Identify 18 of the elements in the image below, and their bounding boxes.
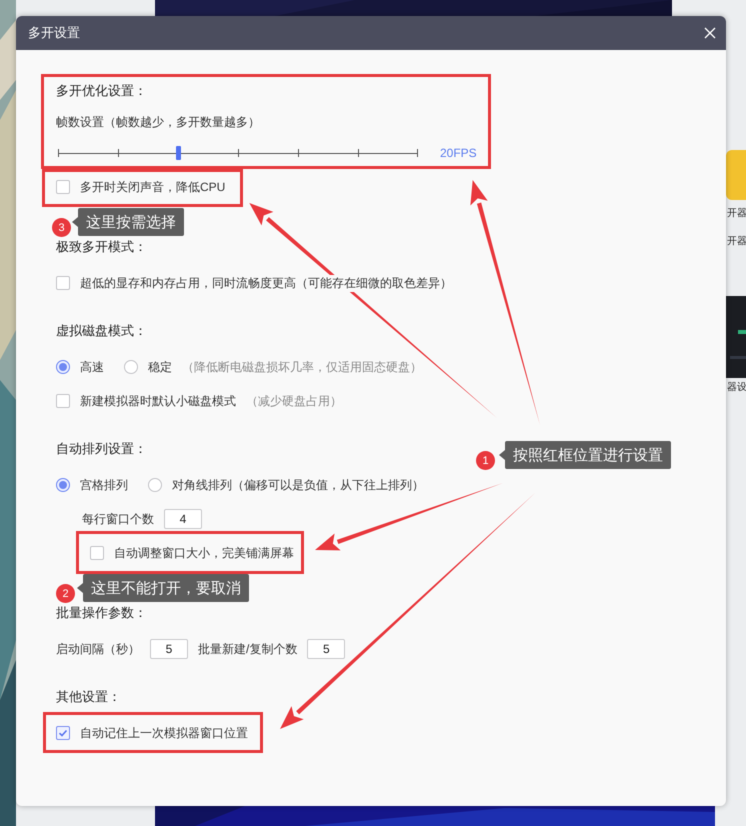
slider-caption: 帧数设置（帧数越少，多开数量越多） — [56, 114, 260, 130]
radio-label[interactable]: 高速 — [80, 358, 104, 376]
field-label: 批量新建/复制个数 — [198, 640, 298, 658]
number-field[interactable]: 5 — [307, 639, 346, 659]
checkbox-label[interactable]: 自动调整窗口大小，完美铺满屏幕 — [114, 544, 294, 562]
callout-tooltip: 按照红框位置进行设置 — [505, 441, 671, 469]
number-field[interactable]: 5 — [150, 639, 188, 659]
fps-reading: 20FPS — [440, 146, 477, 160]
checkbox-label[interactable]: 多开时关闭声音，降低CPU — [80, 178, 226, 196]
checkbox-label[interactable]: 自动记住上一次模拟器窗口位置 — [80, 724, 248, 742]
checkbox-label[interactable]: 新建模拟器时默认小磁盘模式 — [80, 392, 236, 410]
radio-label[interactable]: 稳定 — [148, 358, 172, 376]
radio-label[interactable]: 宫格排列 — [80, 476, 128, 494]
number-field[interactable]: 4 — [164, 509, 202, 529]
field-label: 每行窗口个数 — [82, 510, 154, 528]
callout-tooltip: 这里不能打开，要取消 — [83, 574, 249, 602]
window-title: 多开设置 — [28, 24, 80, 42]
callout-tooltip: 这里按需选择 — [78, 208, 184, 236]
